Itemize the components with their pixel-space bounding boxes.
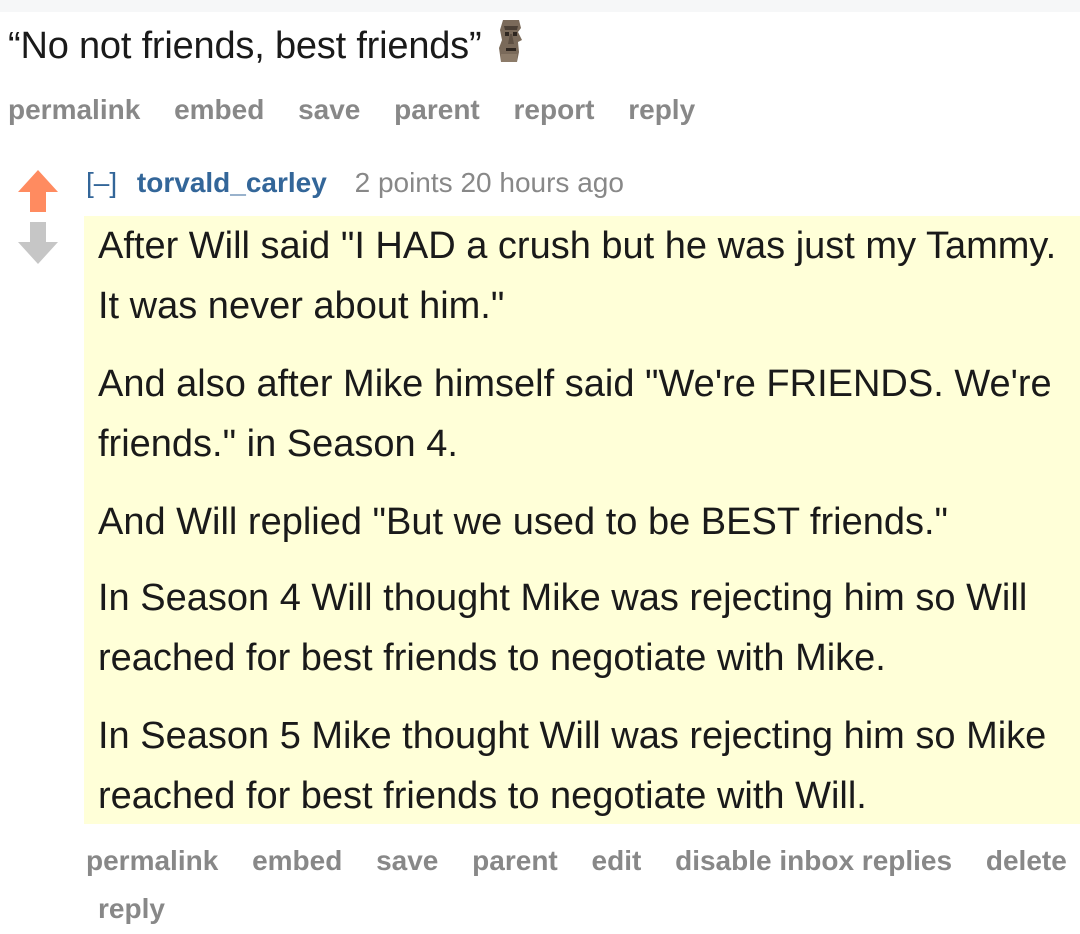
disable-inbox-replies-link[interactable]: disable inbox replies <box>675 845 952 876</box>
permalink-link[interactable]: permalink <box>8 94 140 125</box>
comment-action-bar-wrap: reply <box>98 893 191 925</box>
upvote-arrow-icon[interactable] <box>16 168 60 219</box>
downvote-arrow-icon[interactable] <box>16 220 60 271</box>
reply-link[interactable]: reply <box>628 94 695 125</box>
embed-link[interactable]: embed <box>174 94 264 125</box>
timestamp: 20 hours ago <box>460 167 624 198</box>
reply-link[interactable]: reply <box>98 893 165 924</box>
author-link[interactable]: torvald_carley <box>137 167 327 198</box>
moai-icon <box>495 18 527 74</box>
comment-paragraph: After Will said "I HAD a crush but he wa… <box>98 225 1057 327</box>
embed-link[interactable]: embed <box>252 845 342 876</box>
parent-action-bar: permalink embed save parent report reply <box>8 94 721 126</box>
edit-link[interactable]: edit <box>592 845 642 876</box>
score-text: 2 points <box>354 167 453 198</box>
save-link[interactable]: save <box>376 845 438 876</box>
parent-link[interactable]: parent <box>394 94 480 125</box>
top-strip <box>0 0 1080 12</box>
collapse-toggle[interactable]: [–] <box>86 167 117 198</box>
parent-comment-body: “No not friends, best friends” <box>8 25 482 67</box>
comment-tagline: [–] torvald_carley 2 points 20 hours ago <box>86 167 624 199</box>
comment-paragraph: In Season 4 Will thought Mike was reject… <box>98 577 1028 679</box>
comment-paragraph: And Will replied "But we used to be BEST… <box>98 501 949 543</box>
parent-link[interactable]: parent <box>472 845 558 876</box>
report-link[interactable]: report <box>514 94 595 125</box>
permalink-link[interactable]: permalink <box>86 845 218 876</box>
comment-paragraph: In Season 5 Mike thought Will was reject… <box>98 715 1047 817</box>
comment-paragraph: And also after Mike himself said "We're … <box>98 363 1052 465</box>
delete-link[interactable]: delete <box>986 845 1067 876</box>
parent-comment-text: “No not friends, best friends” <box>8 18 527 74</box>
comment-body: After Will said "I HAD a crush but he wa… <box>84 216 1080 824</box>
comment-action-bar: permalink embed save parent edit disable… <box>86 845 1080 877</box>
save-link[interactable]: save <box>298 94 360 125</box>
